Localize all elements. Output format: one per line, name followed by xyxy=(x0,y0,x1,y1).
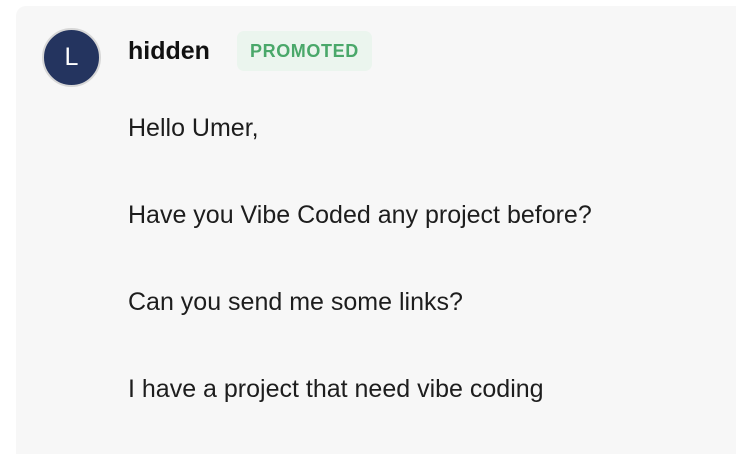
promoted-badge: PROMOTED xyxy=(237,31,372,71)
message-line-question: Have you Vibe Coded any project before? xyxy=(128,201,592,229)
message-card: L hidden PROMOTED Hello Umer, Have you V… xyxy=(16,6,736,454)
sender-name[interactable]: hidden xyxy=(128,35,210,67)
message-line-greeting: Hello Umer, xyxy=(128,114,259,142)
avatar[interactable]: L xyxy=(42,28,101,87)
avatar-initial: L xyxy=(64,43,79,71)
message-line-request: Can you send me some links? xyxy=(128,288,463,316)
message-line-project: I have a project that need vibe coding xyxy=(128,375,544,403)
